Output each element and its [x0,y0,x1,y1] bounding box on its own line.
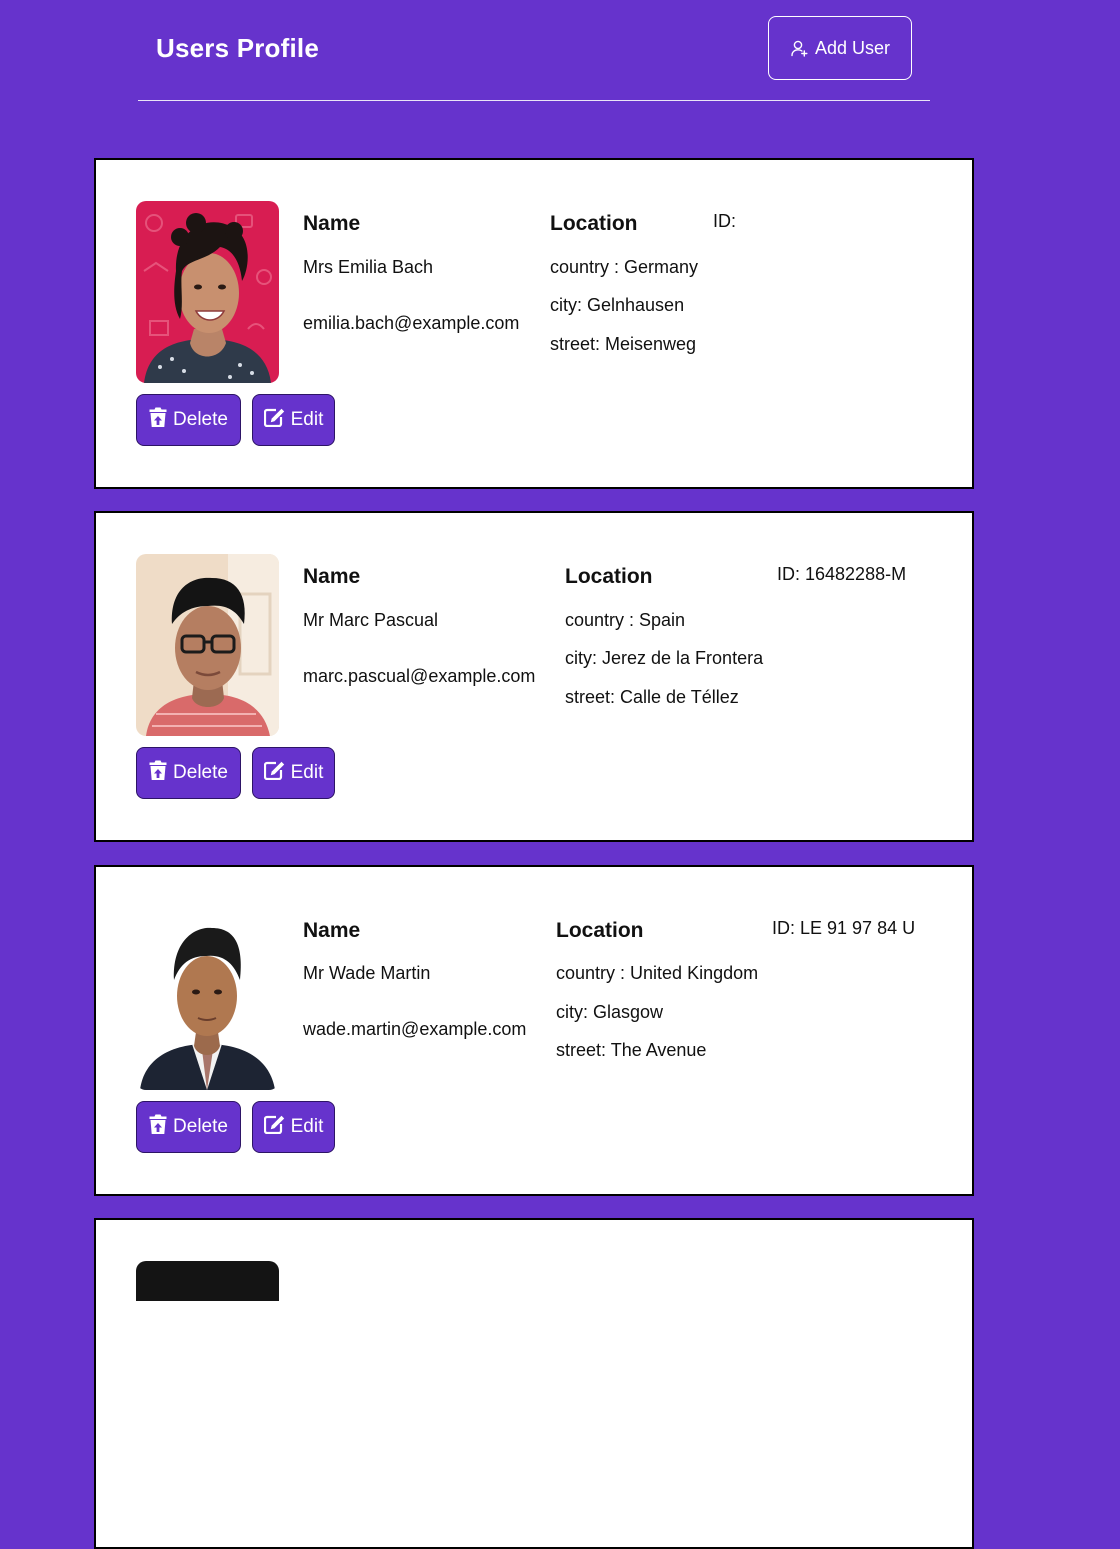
edit-button[interactable]: Edit [252,1101,335,1153]
user-country: country : Spain [565,610,686,630]
add-user-button[interactable]: Add User [768,16,912,80]
edit-icon [263,408,285,427]
location-heading: Location [556,919,644,942]
user-card: Name Mrs Emilia Bach emilia.bach@example… [94,158,974,489]
name-heading: Name [303,212,361,235]
location-column: Location [550,212,638,236]
user-street: street: The Avenue [556,1040,707,1060]
trash-restore-icon [149,407,167,428]
user-avatar [136,908,279,1090]
name-heading: Name [303,919,361,942]
user-country: country : Germany [550,257,699,277]
user-card [94,1218,974,1549]
user-id: ID: 16482288-M [777,564,907,584]
user-card: Name Mr Wade Martin wade.martin@example.… [94,865,974,1196]
location-heading: Location [565,565,653,588]
user-id: ID: LE 91 97 84 U [772,918,916,938]
page-title: Users Profile [156,33,320,63]
trash-restore-icon [149,1114,167,1135]
delete-label: Delete [173,1116,228,1137]
name-column: Name [303,212,360,236]
page-header: Users Profile Add User [138,0,930,101]
user-name: Mr Wade Martin [303,963,431,983]
user-email: wade.martin@example.com [303,1019,527,1039]
trash-restore-icon [149,760,167,781]
user-country: country : United Kingdom [556,963,759,983]
delete-button[interactable]: Delete [136,747,241,799]
user-city: city: Gelnhausen [550,295,685,315]
user-name: Mr Marc Pascual [303,610,439,630]
delete-label: Delete [173,409,228,430]
user-email: emilia.bach@example.com [303,313,520,333]
name-column: Name [303,565,360,589]
edit-button[interactable]: Edit [252,394,335,446]
edit-label: Edit [290,409,324,430]
edit-label: Edit [290,762,324,783]
user-avatar [136,1261,279,1301]
edit-icon [263,761,285,780]
user-name: Mrs Emilia Bach [303,257,434,277]
user-avatar [136,201,279,383]
delete-label: Delete [173,762,228,783]
name-heading: Name [303,565,361,588]
user-plus-icon [790,39,808,57]
name-column: Name [303,919,360,943]
location-column: Location [556,919,644,943]
delete-button[interactable]: Delete [136,1101,241,1153]
add-user-label: Add User [814,37,891,58]
location-column: Location [565,565,653,589]
user-avatar [136,554,279,736]
user-city: city: Glasgow [556,1002,664,1022]
delete-button[interactable]: Delete [136,394,241,446]
edit-icon [263,1115,285,1134]
user-id: ID: [713,211,737,231]
edit-label: Edit [290,1116,324,1137]
user-street: street: Calle de Téllez [565,687,739,707]
edit-button[interactable]: Edit [252,747,335,799]
user-email: marc.pascual@example.com [303,666,536,686]
user-street: street: Meisenweg [550,334,697,354]
user-card: Name Mr Marc Pascual marc.pascual@exampl… [94,511,974,842]
location-heading: Location [550,212,638,235]
user-city: city: Jerez de la Frontera [565,648,764,668]
